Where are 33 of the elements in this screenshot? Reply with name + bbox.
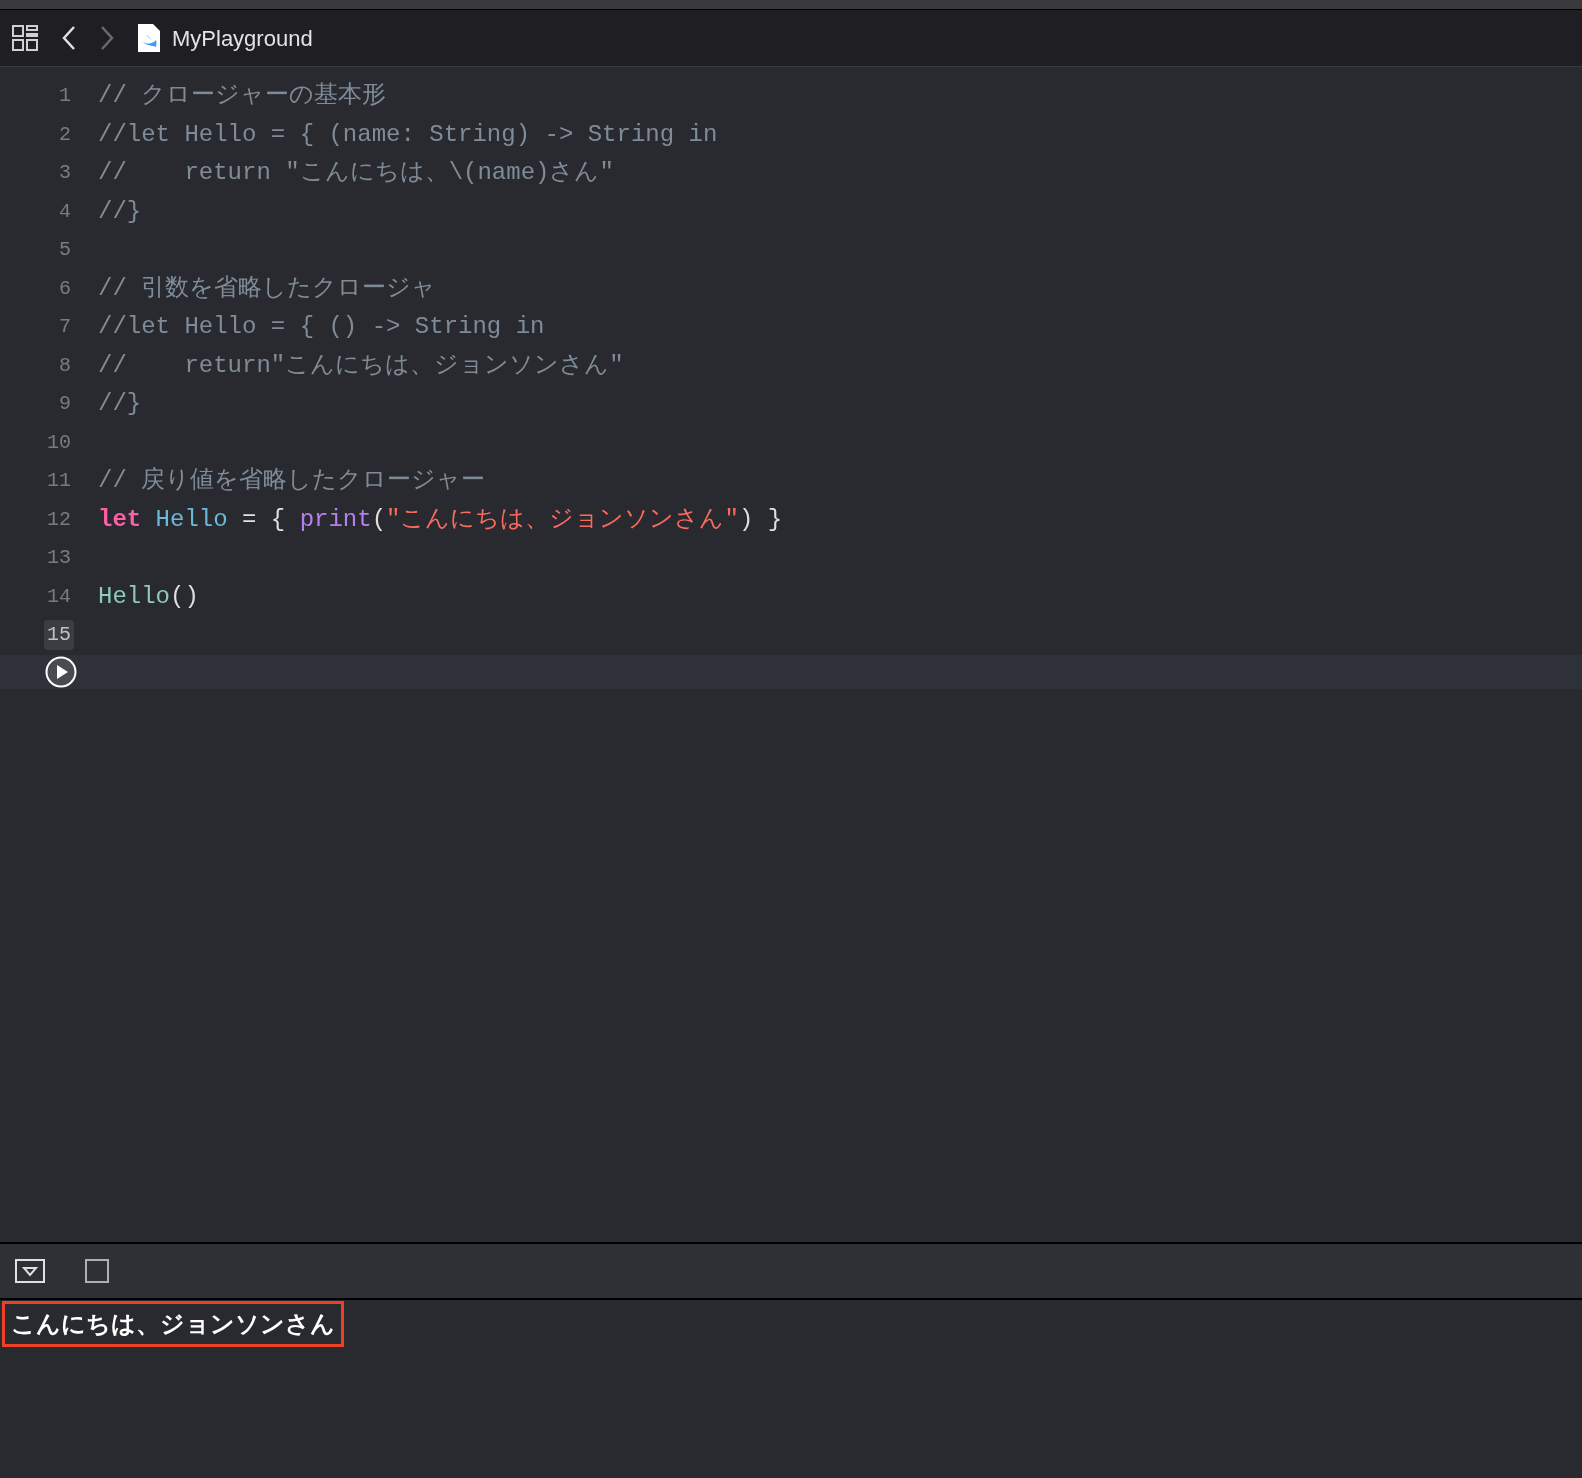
code-line: Hello() (98, 581, 199, 612)
line-number: 10 (46, 429, 72, 456)
grid-icon[interactable] (12, 25, 38, 51)
line-number: 2 (58, 121, 72, 148)
line-number: 11 (46, 468, 72, 495)
code-line: // return"こんにちは、ジョンソンさん" (98, 350, 624, 381)
line-number: 14 (46, 583, 72, 610)
line-number: 12 (46, 506, 72, 533)
line-number: 6 (58, 275, 72, 302)
line-number: 8 (58, 352, 72, 379)
code-line: // クロージャーの基本形 (98, 81, 387, 112)
line-number: 9 (58, 391, 72, 418)
line-number: 3 (58, 160, 72, 187)
code-line: //let Hello = { () -> String in (98, 312, 545, 343)
line-number: 13 (46, 545, 72, 572)
line-number: 1 (58, 83, 72, 110)
code-line: // 戻り値を省略したクロージャー (98, 466, 486, 497)
swift-file-icon (138, 24, 160, 52)
code-line: //} (98, 196, 142, 227)
clear-console-icon[interactable] (85, 1259, 109, 1283)
line-number: 4 (58, 198, 72, 225)
file-title: MyPlayground (172, 24, 313, 53)
console-output: こんにちは、ジョンソンさん (2, 1301, 344, 1347)
line-number: 5 (58, 237, 72, 264)
run-button-icon[interactable] (45, 655, 77, 688)
code-line: let Hello = { print("こんにちは、ジョンソンさん") } (98, 504, 783, 535)
hide-console-icon[interactable] (15, 1259, 45, 1283)
code-line: // 引数を省略したクロージャ (98, 273, 437, 304)
code-line: // return "こんにちは、\(name)さん" (98, 158, 614, 189)
code-line: //} (98, 389, 142, 420)
code-line: //let Hello = { (name: String) -> String in (98, 119, 718, 150)
line-number: 15 (44, 620, 74, 651)
line-number: 7 (58, 314, 72, 341)
